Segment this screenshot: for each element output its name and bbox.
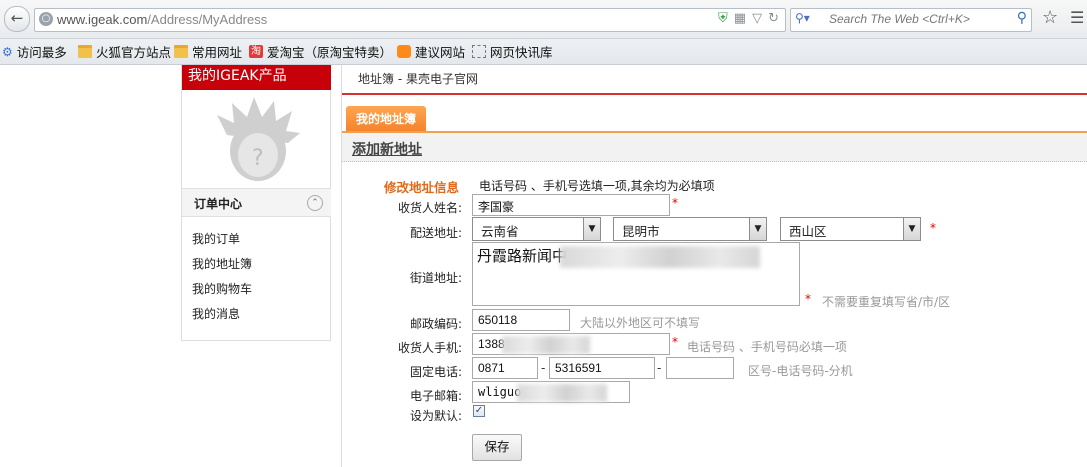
- bookmarks-toolbar: ⚙ 访问最多 火狐官方站点 常用网址 淘 爱淘宝（原淘宝特卖） 建议网站 网页快…: [0, 39, 1087, 65]
- taobao-icon: 淘: [249, 45, 263, 58]
- bookmark-label: 访问最多: [16, 45, 67, 60]
- folder-icon: [174, 45, 188, 58]
- tab-address-book[interactable]: 我的地址簿: [346, 106, 426, 132]
- bookmark-web-slice[interactable]: 网页快讯库: [472, 43, 553, 60]
- breadcrumb: 地址簿 - 果壳电子官网: [358, 72, 478, 86]
- province-select[interactable]: 云南省 ▼: [472, 217, 601, 241]
- search-bar[interactable]: ⚲▾ Search The Web <Ctrl+K> ⚲: [790, 8, 1032, 32]
- url-host: www.igeak.com: [57, 12, 148, 27]
- webslice-icon: [472, 45, 486, 58]
- avatar: ?: [217, 97, 300, 181]
- dropdown-arrow-icon[interactable]: ▽: [752, 11, 762, 26]
- bookmark-label: 建议网站: [415, 45, 466, 60]
- save-button[interactable]: 保存: [472, 434, 522, 461]
- sidebar-link-cart[interactable]: 我的购物车: [192, 280, 252, 297]
- label-street: 街道地址:: [409, 271, 462, 285]
- sidebar-title: 我的IGEAK产品: [182, 65, 331, 90]
- province-value: 云南省: [481, 224, 519, 239]
- required-mark: *: [930, 221, 936, 235]
- dropdown-arrow-icon[interactable]: ▼: [749, 218, 766, 240]
- form-info-title: 修改地址信息: [384, 180, 460, 195]
- name-field[interactable]: 李国豪: [472, 194, 670, 216]
- phone-number-field[interactable]: 5316591: [549, 357, 655, 379]
- qr-code-icon[interactable]: ▦: [734, 11, 746, 26]
- dropdown-arrow-icon[interactable]: ▼: [583, 218, 600, 240]
- redaction-blur: [502, 336, 590, 354]
- redaction-blur: [517, 384, 607, 402]
- order-center-header[interactable]: 订单中心 ⌃: [182, 188, 331, 217]
- shield-check-icon[interactable]: ⛨: [718, 11, 728, 26]
- label-default: 设为默认:: [409, 409, 462, 423]
- url-text[interactable]: www.igeak.com/Address/MyAddress: [57, 12, 267, 27]
- dropdown-arrow-icon[interactable]: ▼: [903, 218, 920, 240]
- phone-dash: -: [657, 361, 662, 375]
- bookmark-most-visited[interactable]: ⚙ 访问最多: [2, 43, 67, 61]
- browser-navbar: ← ○ www.igeak.com/Address/MyAddress ⛨ ▦ …: [0, 0, 1087, 39]
- header-rule: [342, 93, 1087, 95]
- label-name: 收货人姓名:: [397, 201, 462, 215]
- sidebar-link-messages[interactable]: 我的消息: [192, 305, 240, 322]
- search-engine-icon[interactable]: ⚲▾: [795, 11, 810, 25]
- redaction-blur: [560, 246, 760, 268]
- back-arrow-icon[interactable]: ←: [4, 6, 30, 32]
- bulb-icon: [397, 45, 411, 58]
- folder-icon: [78, 45, 92, 58]
- mobile-hint: 电话号码 、手机号码必填一项: [687, 340, 847, 354]
- bookmark-label: 火狐官方站点: [96, 45, 172, 60]
- section-title: 添加新地址: [352, 142, 422, 158]
- section-header: 添加新地址: [342, 133, 1087, 162]
- postcode-field[interactable]: 650118: [472, 309, 570, 331]
- required-mark: *: [672, 335, 678, 349]
- postcode-hint: 大陆以外地区可不填写: [580, 316, 701, 330]
- required-mark: *: [672, 196, 678, 210]
- sidebar: 我的IGEAK产品 ? 订单中心 ⌃ 我的订单 我的地址簿 我的购物车 我的消息: [181, 65, 331, 341]
- phone-area-field[interactable]: 0871: [472, 357, 538, 379]
- address-bar[interactable]: ○ www.igeak.com/Address/MyAddress ⛨ ▦ ▽ …: [34, 8, 786, 32]
- label-mobile: 收货人手机:: [397, 341, 462, 355]
- reload-icon[interactable]: ↻: [768, 11, 779, 26]
- order-center-title: 订单中心: [194, 197, 243, 211]
- label-region: 配送地址:: [409, 226, 462, 240]
- collapse-chevron-icon[interactable]: ⌃: [307, 195, 323, 211]
- required-mark: *: [805, 292, 811, 306]
- bookmark-firefox-official[interactable]: 火狐官方站点: [78, 43, 171, 60]
- city-value: 昆明市: [622, 224, 660, 239]
- bookmark-label: 网页快讯库: [490, 45, 553, 60]
- bookmark-label: 常用网址: [192, 45, 243, 60]
- street-hint: 不需要重复填写省/市/区: [822, 295, 951, 309]
- sidebar-link-my-orders[interactable]: 我的订单: [192, 230, 240, 247]
- content-divider: [341, 65, 342, 467]
- gear-icon: ⚙: [2, 44, 13, 59]
- search-placeholder: Search The Web <Ctrl+K>: [829, 12, 970, 26]
- tools-icon[interactable]: ☰: [1070, 8, 1084, 27]
- street-value: 丹霞路新闻中: [477, 247, 568, 265]
- bookmark-ai-taobao[interactable]: 淘 爱淘宝（原淘宝特卖）: [249, 43, 392, 60]
- phone-dash: -: [541, 361, 546, 375]
- phone-ext-field[interactable]: [666, 357, 734, 379]
- bookmark-suggested-sites[interactable]: 建议网站: [397, 43, 465, 60]
- label-email: 电子邮箱:: [409, 389, 462, 403]
- district-select[interactable]: 西山区 ▼: [780, 217, 921, 241]
- default-checkbox[interactable]: ✓: [473, 405, 485, 417]
- bookmark-common-sites[interactable]: 常用网址: [174, 43, 242, 60]
- bookmark-label: 爱淘宝（原淘宝特卖）: [267, 45, 393, 60]
- form-info-note: 电话号码 、手机号选填一项,其余均为必填项: [479, 179, 715, 193]
- label-phone: 固定电话:: [409, 365, 462, 379]
- svg-text:?: ?: [252, 146, 264, 171]
- district-value: 西山区: [789, 224, 827, 239]
- city-select[interactable]: 昆明市 ▼: [613, 217, 767, 241]
- magnifier-icon[interactable]: ⚲: [1017, 10, 1027, 26]
- phone-hint: 区号-电话号码-分机: [748, 364, 853, 378]
- label-postcode: 邮政编码:: [409, 317, 462, 331]
- globe-icon: ○: [39, 12, 53, 26]
- sidebar-link-address-book[interactable]: 我的地址簿: [192, 255, 252, 272]
- url-path: /Address/MyAddress: [147, 12, 268, 27]
- star-icon[interactable]: ☆: [1042, 7, 1058, 28]
